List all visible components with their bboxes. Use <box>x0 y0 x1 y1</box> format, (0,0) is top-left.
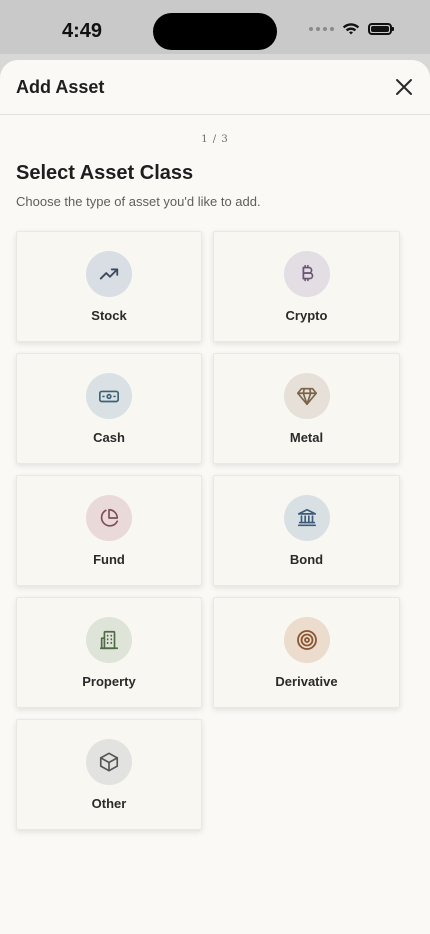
asset-icon-bg <box>86 739 132 785</box>
asset-card-crypto[interactable]: Crypto <box>213 231 400 342</box>
asset-class-grid: Stock Crypto Cash Metal Fund Bond Proper… <box>16 231 401 830</box>
asset-card-label: Cash <box>93 430 125 445</box>
asset-card-label: Property <box>82 674 136 689</box>
add-asset-sheet: Add Asset 1 / 3 Select Asset Class Choos… <box>0 60 430 934</box>
asset-icon-bg <box>283 373 330 419</box>
asset-icon-bg <box>283 495 330 541</box>
asset-card-label: Derivative <box>275 674 338 689</box>
asset-card-label: Fund <box>93 552 125 567</box>
sheet-header: Add Asset <box>0 60 430 115</box>
wifi-icon <box>342 23 360 35</box>
step-indicator: 1 / 3 <box>201 134 229 145</box>
pie-chart-icon <box>100 508 119 527</box>
asset-card-label: Other <box>91 796 127 811</box>
banknote-icon <box>99 390 119 403</box>
asset-card-metal[interactable]: Metal <box>213 353 400 464</box>
status-bar: 4:49 <box>0 0 430 62</box>
asset-card-stock[interactable]: Stock <box>16 231 202 342</box>
box-icon <box>99 752 119 772</box>
asset-icon-bg <box>86 251 132 297</box>
asset-icon-bg <box>86 495 132 541</box>
asset-card-label: Bond <box>289 552 324 567</box>
signal-icon <box>309 27 334 31</box>
bitcoin-icon <box>302 264 313 282</box>
bank-icon <box>297 508 316 527</box>
asset-icon-bg <box>86 617 132 663</box>
asset-card-label: Stock <box>91 308 127 323</box>
target-icon <box>296 630 317 650</box>
asset-card-label: Crypto <box>285 308 328 323</box>
section-subheading: Choose the type of asset you'd like to a… <box>16 194 261 209</box>
asset-card-derivative[interactable]: Derivative <box>213 597 400 708</box>
battery-icon <box>368 23 394 35</box>
asset-icon-bg <box>283 251 330 297</box>
asset-icon-bg <box>86 373 132 419</box>
asset-card-property[interactable]: Property <box>16 597 202 708</box>
asset-card-bond[interactable]: Bond <box>213 475 400 586</box>
trending-up-icon <box>99 268 119 280</box>
status-time: 4:49 <box>62 20 103 42</box>
asset-card-fund[interactable]: Fund <box>16 475 202 586</box>
asset-icon-bg <box>283 617 330 663</box>
close-icon <box>396 79 412 95</box>
close-button[interactable] <box>394 77 414 97</box>
building-icon <box>99 630 119 650</box>
asset-card-cash[interactable]: Cash <box>16 353 202 464</box>
status-indicators <box>309 22 394 36</box>
dynamic-island <box>153 13 277 50</box>
sheet-title: Add Asset <box>16 77 105 97</box>
asset-card-label: Metal <box>289 430 324 445</box>
section-heading: Select Asset Class <box>16 162 194 184</box>
gem-icon <box>296 387 317 406</box>
asset-card-other[interactable]: Other <box>16 719 202 830</box>
